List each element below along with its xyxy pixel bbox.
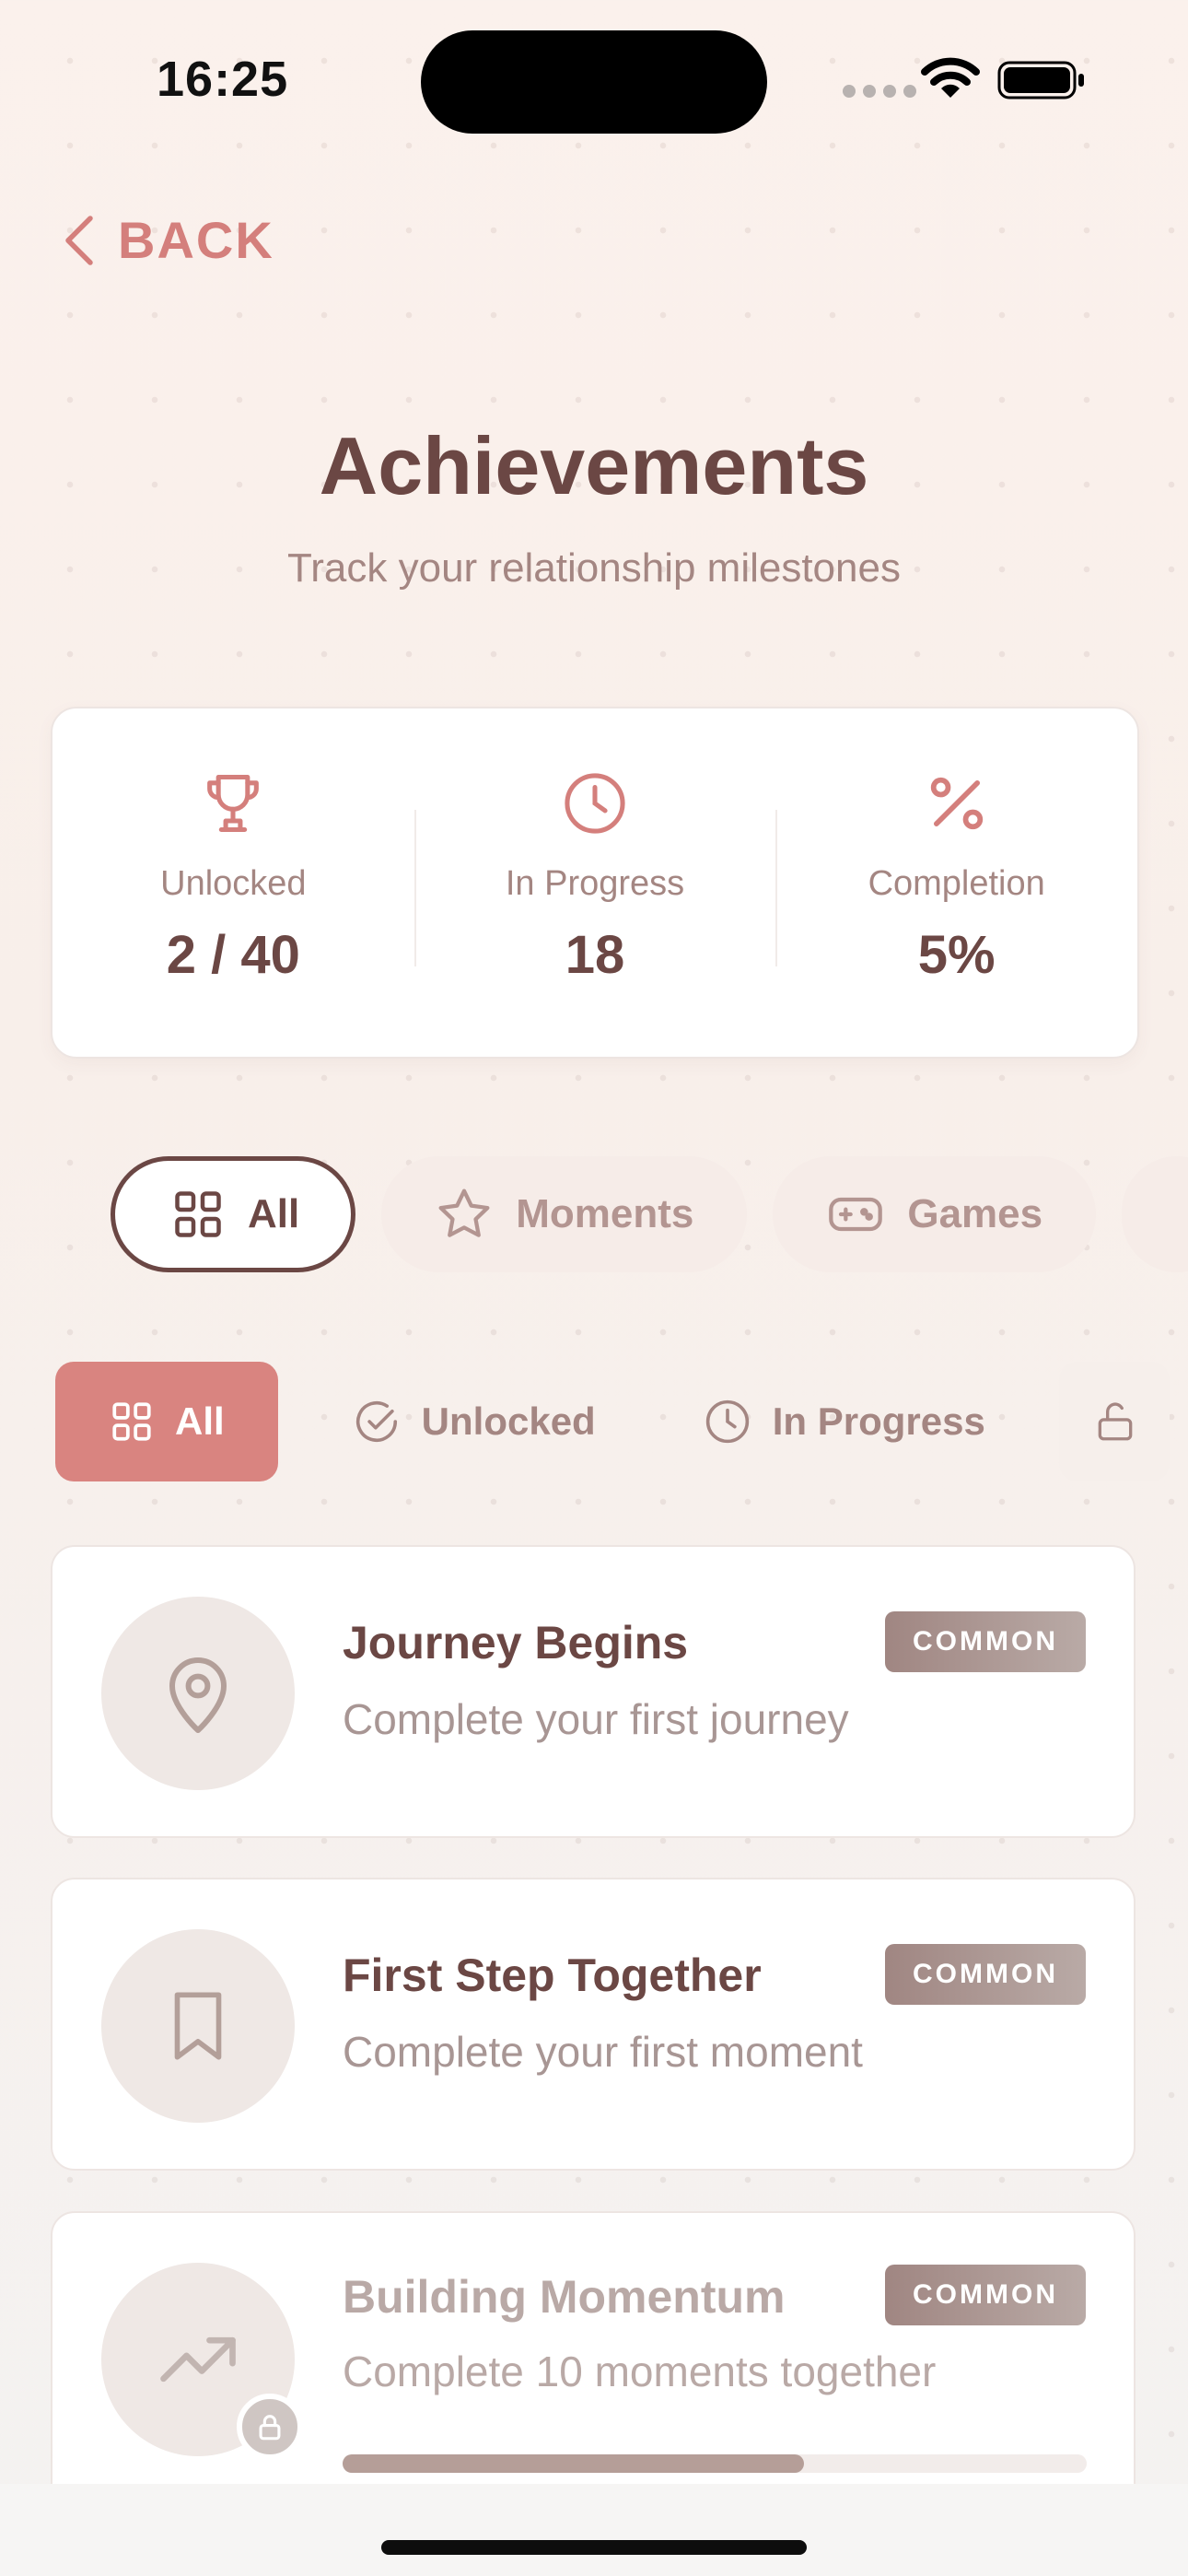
rarity-badge: COMMON — [885, 1944, 1086, 2005]
stat-label: Completion — [868, 864, 1045, 903]
stat-in-progress: In Progress 18 — [413, 708, 776, 1057]
chevron-left-icon — [65, 215, 93, 265]
percent-icon — [930, 777, 983, 830]
stat-value: 18 — [565, 925, 625, 985]
filter-locked[interactable] — [1058, 1362, 1170, 1481]
dot-pattern-background — [0, 0, 1188, 2576]
stat-value: 5% — [917, 925, 996, 985]
dynamic-island — [421, 30, 767, 134]
category-chips: All Moments Games — [111, 1156, 1188, 1272]
achievement-name: Journey Begins — [343, 1617, 689, 1669]
clock-icon — [705, 1399, 749, 1444]
achievement-description: Complete 10 moments together — [343, 2348, 937, 2395]
status-filters: All Unlocked In Progress — [55, 1362, 1170, 1481]
home-indicator[interactable] — [381, 2540, 807, 2555]
achievement-card[interactable]: First Step Together Complete your first … — [51, 1878, 1136, 2171]
check-circle-icon — [355, 1400, 397, 1442]
achievement-name: Building Momentum — [343, 2271, 786, 2323]
gamepad-icon — [829, 1197, 883, 1232]
achievement-medal — [101, 1929, 295, 2123]
achievement-description: Complete your first journey — [343, 1695, 849, 1743]
filter-all[interactable]: All — [55, 1362, 278, 1481]
rarity-badge: COMMON — [885, 2265, 1086, 2325]
stat-unlocked: Unlocked 2 / 40 — [52, 708, 414, 1057]
achievement-card[interactable]: Journey Begins Complete your first journ… — [51, 1545, 1136, 1838]
clock-icon — [565, 773, 625, 834]
wifi-icon — [921, 57, 980, 98]
stat-label: Unlocked — [160, 864, 307, 903]
rarity-badge: COMMON — [885, 1611, 1086, 1672]
category-chip-label: Games — [907, 1191, 1043, 1236]
category-chip-all[interactable]: All — [111, 1156, 356, 1272]
filter-label: All — [175, 1399, 225, 1443]
category-chip-games[interactable]: Games — [773, 1156, 1097, 1272]
achievement-progress-bar — [343, 2454, 1087, 2473]
category-chip-label: Moments — [516, 1191, 694, 1236]
category-chip-moments[interactable]: Moments — [381, 1156, 748, 1272]
trophy-icon — [207, 774, 260, 833]
filter-label: In Progress — [772, 1399, 985, 1443]
grid-icon — [175, 1191, 221, 1237]
signal-icon — [843, 85, 916, 98]
battery-icon — [997, 61, 1084, 100]
star-icon — [438, 1188, 490, 1237]
stat-completion: Completion 5% — [775, 708, 1137, 1057]
grid-icon — [112, 1402, 151, 1441]
page-subtitle: Track your relationship milestones — [287, 545, 901, 591]
achievement-progress-fill — [343, 2454, 804, 2473]
stats-card: Unlocked 2 / 40 In Progress 18 Completio… — [51, 707, 1139, 1059]
bottom-safe-area — [0, 2484, 1188, 2576]
achievement-name: First Step Together — [343, 1950, 762, 2001]
stat-value: 2 / 40 — [166, 925, 300, 985]
status-time: 16:25 — [157, 52, 289, 107]
page-title: Achievements — [319, 420, 869, 511]
lock-icon — [259, 2415, 281, 2441]
stat-label: In Progress — [505, 864, 685, 903]
trending-up-icon — [160, 2336, 236, 2383]
filter-unlocked[interactable]: Unlocked — [319, 1362, 629, 1481]
back-label: BACK — [118, 211, 274, 269]
filter-label: Unlocked — [421, 1399, 596, 1443]
back-button[interactable]: BACK — [63, 210, 274, 270]
category-chip-label: All — [248, 1191, 300, 1236]
bookmark-icon — [174, 1992, 222, 2060]
lock-badge — [237, 2394, 303, 2460]
lock-icon — [1098, 1402, 1133, 1441]
achievement-medal — [101, 1597, 295, 1790]
map-pin-icon — [169, 1657, 227, 1733]
category-chip-more[interactable] — [1122, 1156, 1188, 1272]
filter-in-progress[interactable]: In Progress — [670, 1362, 1019, 1481]
achievement-description: Complete your first moment — [343, 2028, 863, 2076]
